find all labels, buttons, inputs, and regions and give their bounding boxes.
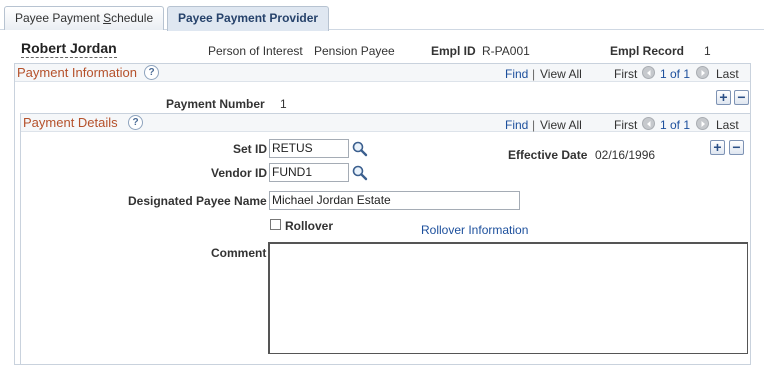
rollover-checkbox[interactable] bbox=[270, 219, 281, 230]
separator: | bbox=[532, 67, 536, 81]
empl-record-value: 1 bbox=[704, 44, 711, 58]
designated-payee-name-label: Designated Payee Name bbox=[128, 194, 267, 208]
row-count: 1 of 1 bbox=[660, 67, 691, 81]
person-type-value: Pension Payee bbox=[314, 44, 395, 58]
next-arrow-icon[interactable] bbox=[696, 66, 709, 79]
payment-information-title: Payment Information bbox=[17, 65, 137, 80]
tab-label-part: chedule bbox=[111, 11, 154, 25]
previous-arrow-icon[interactable] bbox=[642, 117, 655, 130]
help-icon[interactable]: ? bbox=[128, 115, 143, 130]
payment-number-label: Payment Number bbox=[166, 97, 265, 111]
tab-label-accesskey: S bbox=[103, 11, 112, 25]
view-all-link[interactable]: View All bbox=[540, 67, 582, 81]
effective-date-value: 02/16/1996 bbox=[595, 148, 656, 162]
first-label: First bbox=[614, 67, 638, 81]
tab-payee-payment-schedule[interactable]: Payee Payment Schedule bbox=[4, 6, 165, 30]
tab-label-part: Payee Payment bbox=[15, 11, 104, 25]
vendor-id-field[interactable]: FUND1 bbox=[269, 163, 349, 182]
payment-information-header: Payment Information ? Find | View All Fi… bbox=[15, 64, 750, 82]
rollover-label: Rollover bbox=[285, 219, 334, 233]
lookup-search-icon[interactable] bbox=[351, 140, 369, 158]
empl-id-value: R-PA001 bbox=[482, 44, 530, 58]
row-count: 1 of 1 bbox=[660, 118, 691, 132]
payment-details-header: Payment Details ? Find | View All First … bbox=[21, 114, 750, 132]
set-id-label: Set ID bbox=[233, 142, 268, 156]
delete-row-button[interactable]: − bbox=[734, 90, 749, 105]
help-icon[interactable]: ? bbox=[144, 65, 159, 80]
rollover-information-link[interactable]: Rollover Information bbox=[421, 223, 528, 237]
separator: | bbox=[532, 118, 536, 132]
comment-label: Comment bbox=[211, 246, 267, 260]
payment-number-value: 1 bbox=[280, 97, 287, 111]
person-type-label: Person of Interest bbox=[208, 44, 303, 58]
set-id-field[interactable]: RETUS bbox=[269, 139, 349, 158]
last-label: Last bbox=[716, 67, 739, 81]
lookup-search-icon[interactable] bbox=[351, 164, 369, 182]
add-row-button[interactable]: + bbox=[716, 90, 731, 105]
delete-row-button[interactable]: − bbox=[729, 140, 744, 155]
previous-arrow-icon[interactable] bbox=[642, 66, 655, 79]
add-row-button[interactable]: + bbox=[710, 140, 725, 155]
payment-details-title: Payment Details bbox=[23, 115, 118, 130]
employee-name: Robert Jordan bbox=[21, 40, 117, 58]
empl-record-label: Empl Record bbox=[610, 44, 685, 58]
effective-date-label: Effective Date bbox=[508, 148, 588, 162]
view-all-link[interactable]: View All bbox=[540, 118, 582, 132]
empl-id-label: Empl ID bbox=[431, 44, 476, 58]
find-link[interactable]: Find bbox=[505, 67, 528, 81]
first-label: First bbox=[614, 118, 638, 132]
comment-textarea[interactable] bbox=[268, 242, 748, 354]
vendor-id-label: Vendor ID bbox=[211, 166, 268, 180]
tab-bar: Payee Payment Schedule Payee Payment Pro… bbox=[0, 0, 764, 31]
designated-payee-name-field[interactable]: Michael Jordan Estate bbox=[269, 191, 520, 210]
last-label: Last bbox=[716, 118, 739, 132]
tab-payee-payment-provider[interactable]: Payee Payment Provider bbox=[167, 6, 330, 31]
find-link[interactable]: Find bbox=[505, 118, 528, 132]
next-arrow-icon[interactable] bbox=[696, 117, 709, 130]
